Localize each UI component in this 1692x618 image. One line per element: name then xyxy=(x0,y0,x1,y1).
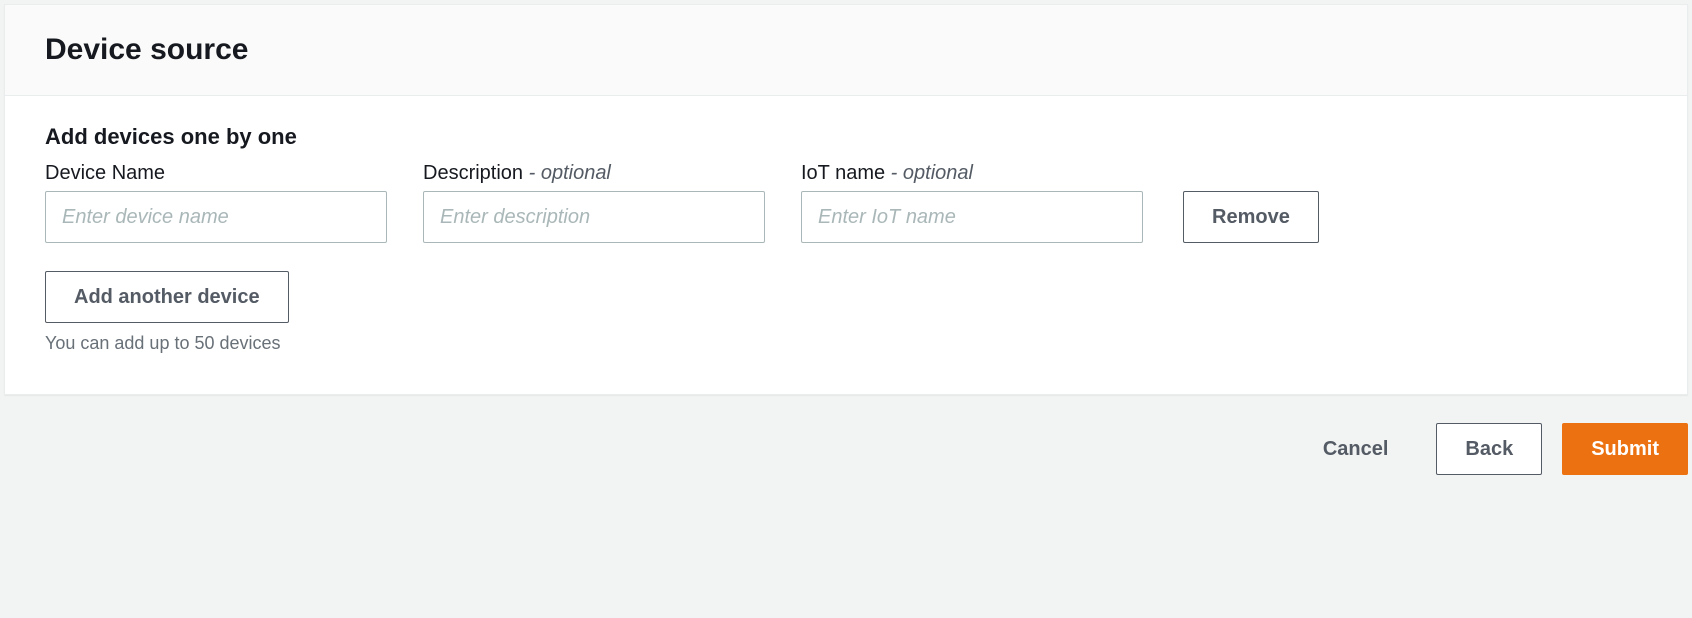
iot-name-label: IoT name - optional xyxy=(801,162,1143,185)
panel-title: Device source xyxy=(45,33,1647,67)
device-name-input[interactable] xyxy=(45,191,387,243)
add-another-section: Add another device You can add up to 50 … xyxy=(45,271,1647,354)
iot-name-optional: - optional xyxy=(885,162,973,184)
description-field: Description - optional xyxy=(423,162,765,243)
device-source-panel: Device source Add devices one by one Dev… xyxy=(4,4,1688,395)
add-another-device-button[interactable]: Add another device xyxy=(45,271,289,323)
panel-body: Add devices one by one Device Name Descr… xyxy=(5,96,1687,394)
description-label: Description - optional xyxy=(423,162,765,185)
cancel-button[interactable]: Cancel xyxy=(1295,423,1417,475)
footer-actions: Cancel Back Submit xyxy=(0,399,1692,499)
iot-name-field: IoT name - optional xyxy=(801,162,1143,243)
description-label-text: Description xyxy=(423,162,523,184)
max-devices-help: You can add up to 50 devices xyxy=(45,333,1647,354)
iot-name-label-text: IoT name xyxy=(801,162,885,184)
device-row: Device Name Description - optional IoT n… xyxy=(45,162,1647,243)
device-name-field: Device Name xyxy=(45,162,387,243)
description-optional: - optional xyxy=(523,162,611,184)
back-button[interactable]: Back xyxy=(1436,423,1542,475)
section-title: Add devices one by one xyxy=(45,124,1647,150)
remove-button[interactable]: Remove xyxy=(1183,191,1319,243)
iot-name-input[interactable] xyxy=(801,191,1143,243)
panel-header: Device source xyxy=(5,5,1687,96)
description-input[interactable] xyxy=(423,191,765,243)
remove-button-wrap: Remove xyxy=(1183,191,1319,243)
submit-button[interactable]: Submit xyxy=(1562,423,1688,475)
device-name-label: Device Name xyxy=(45,162,387,185)
